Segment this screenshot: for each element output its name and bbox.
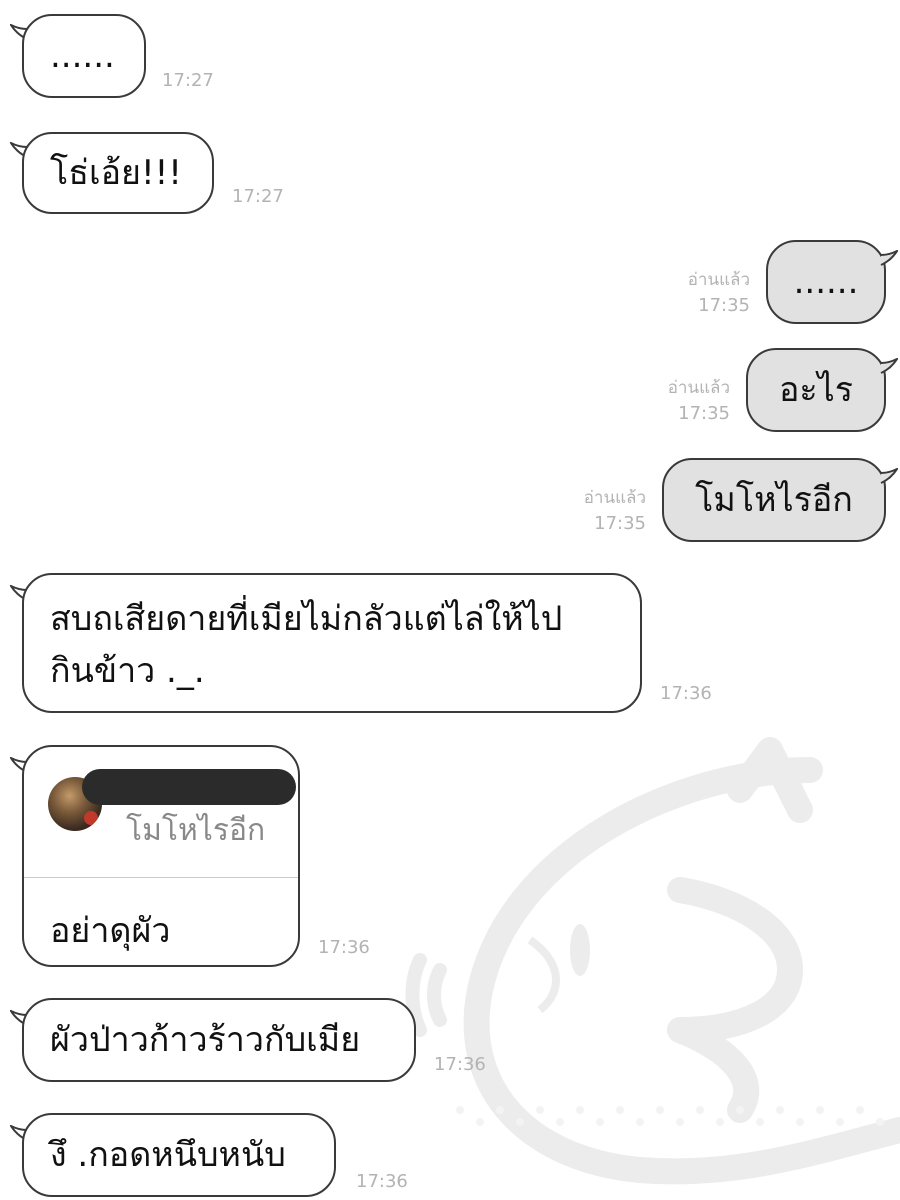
message-timestamp: 17:36: [356, 1171, 408, 1192]
message-bubble[interactable]: อะไร: [746, 348, 886, 432]
chat-message-incoming: ผัวป่าวก้าวร้าวกับเมีย 17:36: [0, 990, 900, 1090]
message-text-line: สบถเสียดายที่เมียไม่กลัวแต่ไล่ให้ไป: [50, 599, 563, 639]
message-bubble[interactable]: โมโหไรอีก: [662, 458, 886, 542]
chat-message-incoming: ...... 17:27: [0, 0, 900, 110]
chat-message-incoming: โธ่เอ้ย!!! 17:27: [0, 120, 900, 230]
redacted-name: [82, 769, 296, 805]
quoted-message[interactable]: โมโหไรอีก: [24, 747, 298, 878]
message-timestamp: 17:27: [162, 70, 214, 91]
message-bubble[interactable]: งึ .กอดหนึบหนับ: [22, 1113, 336, 1197]
message-timestamp: 17:36: [660, 683, 712, 704]
read-status: อ่านแล้ว 17:35: [584, 486, 646, 536]
message-timestamp: 17:35: [594, 513, 646, 534]
chat-message-incoming: สบถเสียดายที่เมียไม่กลัวแต่ไล่ให้ไป กินข…: [0, 565, 900, 725]
message-timestamp: 17:36: [434, 1054, 486, 1075]
message-bubble[interactable]: ......: [22, 14, 146, 98]
chat-message-incoming: งึ .กอดหนึบหนับ 17:36: [0, 1105, 900, 1200]
message-bubble[interactable]: สบถเสียดายที่เมียไม่กลัวแต่ไล่ให้ไป กินข…: [22, 573, 642, 713]
message-text-line: กินข้าว ._.: [50, 651, 205, 691]
message-bubble[interactable]: โธ่เอ้ย!!!: [22, 132, 214, 214]
message-bubble[interactable]: โมโหไรอีก อย่าดุผัว: [22, 745, 300, 967]
message-bubble[interactable]: ผัวป่าวก้าวร้าวกับเมีย: [22, 998, 416, 1082]
bubble-tail-icon: [880, 468, 898, 484]
message-timestamp: 17:35: [698, 295, 750, 316]
read-receipt-label: อ่านแล้ว: [687, 270, 750, 290]
read-status: อ่านแล้ว 17:35: [688, 268, 750, 318]
chat-message-outgoing: อ่านแล้ว 17:35 ......: [0, 230, 900, 340]
chat-message-reply: โมโหไรอีก อย่าดุผัว 17:36: [0, 735, 900, 980]
message-timestamp: 17:36: [318, 937, 370, 958]
read-receipt-label: อ่านแล้ว: [667, 378, 730, 398]
quoted-text: โมโหไรอีก: [126, 813, 266, 848]
bubble-tail-icon: [880, 250, 898, 266]
bubble-tail-icon: [880, 358, 898, 374]
chat-message-outgoing: อ่านแล้ว 17:35 โมโหไรอีก: [0, 450, 900, 560]
message-text: อย่าดุผัว: [50, 911, 171, 951]
avatar-detail: [84, 811, 98, 825]
message-timestamp: 17:27: [232, 186, 284, 207]
read-status: อ่านแล้ว 17:35: [668, 376, 730, 426]
chat-message-outgoing: อ่านแล้ว 17:35 อะไร: [0, 340, 900, 450]
message-bubble[interactable]: ......: [766, 240, 886, 324]
read-receipt-label: อ่านแล้ว: [583, 488, 646, 508]
message-timestamp: 17:35: [678, 403, 730, 424]
